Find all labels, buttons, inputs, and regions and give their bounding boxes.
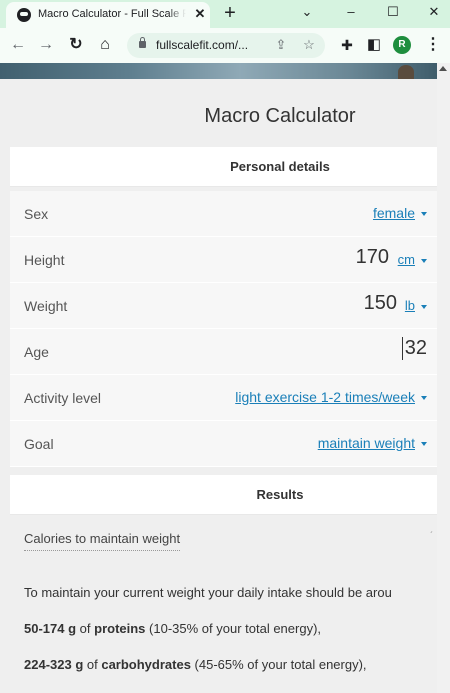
results-title: Results [256,487,304,502]
calculator-header: Macro Calculator [10,87,437,145]
results-panel: Calories to maintain weight ˊ To maintai… [10,517,437,693]
header-image-detail [398,65,414,79]
url-text[interactable]: fullscalefit.com/... [156,38,248,52]
sidepanel-icon[interactable]: ◧ [364,35,384,55]
reload-icon[interactable]: ↻ [66,35,86,55]
height-label: Height [24,252,65,268]
activity-select[interactable]: light exercise 1-2 times/week [235,389,427,405]
goal-select[interactable]: maintain weight [318,435,427,451]
weight-unit-select[interactable]: lb [405,298,427,313]
menu-icon[interactable]: ⋮ [423,35,443,55]
personal-details-form: Sex female Height 170 cm Weight 150 lb A… [10,191,437,467]
tab-title: Macro Calculator - Full Scale Fit [38,8,186,20]
dropdown-caret-icon [421,304,427,309]
window-close-button[interactable]: ✕ [423,2,445,22]
age-input[interactable]: 32 [401,337,427,360]
activity-row: Activity level light exercise 1-2 times/… [10,375,437,421]
header-image [0,63,437,79]
age-label: Age [24,344,49,360]
home-icon[interactable]: ⌂ [95,35,115,55]
weight-row: Weight 150 lb [10,283,437,329]
activity-label: Activity level [24,390,102,406]
vertical-scrollbar[interactable] [437,63,450,693]
scroll-up-arrow-icon[interactable] [439,66,447,71]
new-tab-button[interactable]: + [220,3,240,23]
browser-tab[interactable]: Macro Calculator - Full Scale Fit ✕ [6,2,210,28]
forward-arrow-icon[interactable]: → [36,35,56,55]
age-row: Age 32 [10,329,437,375]
weight-label: Weight [24,298,68,314]
dropdown-caret-icon [421,212,427,217]
share-icon[interactable]: ⇪ [272,36,290,54]
web-page: Macro Calculator Personal details Sex fe… [0,63,450,693]
dropdown-caret-icon [421,396,427,401]
dropdown-caret-icon [421,442,427,447]
goal-row: Goal maintain weight [10,421,437,467]
carbs-line: 224-323 g of carbohydrates (45-65% of yo… [24,657,367,672]
back-arrow-icon[interactable]: ← [8,35,28,55]
height-unit-select[interactable]: cm [398,252,427,267]
tab-close-icon[interactable]: ✕ [192,6,208,22]
maintain-calories-subsection[interactable]: Calories to maintain weight [24,531,181,551]
personal-details-title: Personal details [230,159,330,174]
collapse-icon[interactable]: ˊ [430,531,433,542]
proteins-line: 50-174 g of proteins (10-35% of your tot… [24,621,322,636]
address-bar[interactable]: fullscalefit.com/... ⇪ ☆ [127,33,325,58]
sex-row: Sex female [10,191,437,237]
goal-label: Goal [24,436,54,452]
star-icon[interactable]: ☆ [300,36,318,54]
dropdown-caret-icon [421,258,427,263]
height-row: Height 170 cm [10,237,437,283]
browser-toolbar: ← → ↻ ⌂ fullscalefit.com/... ⇪ ☆ ✚ ◧ R ⋮ [0,28,450,63]
results-header: Results [10,475,437,515]
extensions-icon[interactable]: ✚ [337,35,357,55]
personal-details-header: Personal details [10,147,437,187]
tab-strip: Macro Calculator - Full Scale Fit ✕ + ⌄ … [0,0,450,28]
minimize-button[interactable]: – [340,2,362,22]
sex-label: Sex [24,206,49,222]
height-input[interactable]: 170 [356,246,389,269]
lock-icon[interactable] [139,37,146,48]
sex-select[interactable]: female [373,205,427,221]
weight-input[interactable]: 150 [364,292,397,315]
calculator-title: Macro Calculator [204,105,356,127]
profile-avatar[interactable]: R [393,36,411,54]
tab-search-icon[interactable]: ⌄ [296,2,318,22]
site-favicon-icon [17,8,31,22]
results-intro: To maintain your current weight your dai… [24,585,392,600]
maximize-button[interactable]: ☐ [382,2,404,22]
